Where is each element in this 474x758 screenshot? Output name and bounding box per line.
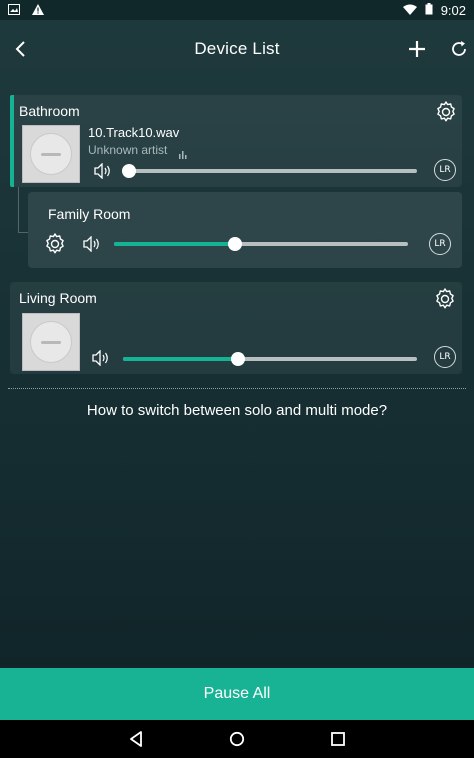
gear-icon [436,288,454,309]
volume-knob[interactable] [230,352,245,366]
album-art [22,125,80,183]
back-button[interactable] [6,34,36,64]
nav-back-icon [130,731,142,747]
top-bar: Device List [0,20,474,78]
device-name: Living Room [19,290,97,306]
status-bar: 9:02 [0,0,474,20]
nav-home-icon [229,731,245,747]
group-connector [18,187,28,233]
warning-icon [32,3,44,18]
volume-knob[interactable] [227,237,242,251]
speaker-icon [92,349,110,367]
speaker-icon [94,162,112,180]
battery-icon [425,2,433,18]
device-name: Bathroom [19,103,80,119]
channel-button[interactable]: LR [434,159,456,181]
back-icon [15,41,25,57]
volume-slider[interactable] [114,237,408,251]
volume-slider[interactable] [122,164,417,178]
device-settings-button[interactable] [434,100,458,124]
nav-recents-icon [331,732,345,746]
divider [8,388,466,389]
device-card-bathroom[interactable]: Bathroom 10.Track10.wav Unknown artist L… [10,95,462,187]
add-device-button[interactable] [402,34,432,64]
volume-knob[interactable] [122,164,136,178]
status-time: 9:02 [440,2,466,18]
channel-button[interactable]: LR [434,346,456,368]
nav-home-button[interactable] [227,729,247,749]
speaker-icon [83,235,101,253]
device-settings-button[interactable] [43,232,67,256]
page-title: Device List [194,39,280,58]
equalizer-icon [179,146,188,164]
channel-button[interactable]: LR [429,233,451,255]
device-card-family-room[interactable]: Family Room LR [28,192,462,268]
nav-back-button[interactable] [126,729,146,749]
mode-help-link[interactable]: How to switch between solo and multi mod… [0,402,474,419]
volume-fill [123,357,238,361]
nav-recents-button[interactable] [328,729,348,749]
track-artist: Unknown artist [88,143,168,157]
device-name: Family Room [48,206,131,222]
volume-fill [114,242,235,246]
gear-icon [46,233,64,254]
wifi-icon [402,3,417,18]
album-art [22,313,80,371]
device-card-living-room[interactable]: Living Room LR [10,282,462,374]
gear-icon [437,101,455,122]
refresh-button[interactable] [444,34,474,64]
refresh-icon [452,41,466,56]
volume-slider[interactable] [123,352,417,366]
navigation-bar [0,720,474,758]
image-icon [8,3,20,18]
track-title: 10.Track10.wav [88,125,180,140]
device-settings-button[interactable] [433,287,457,311]
add-icon [409,41,425,57]
pause-all-button[interactable]: Pause All [0,668,474,720]
